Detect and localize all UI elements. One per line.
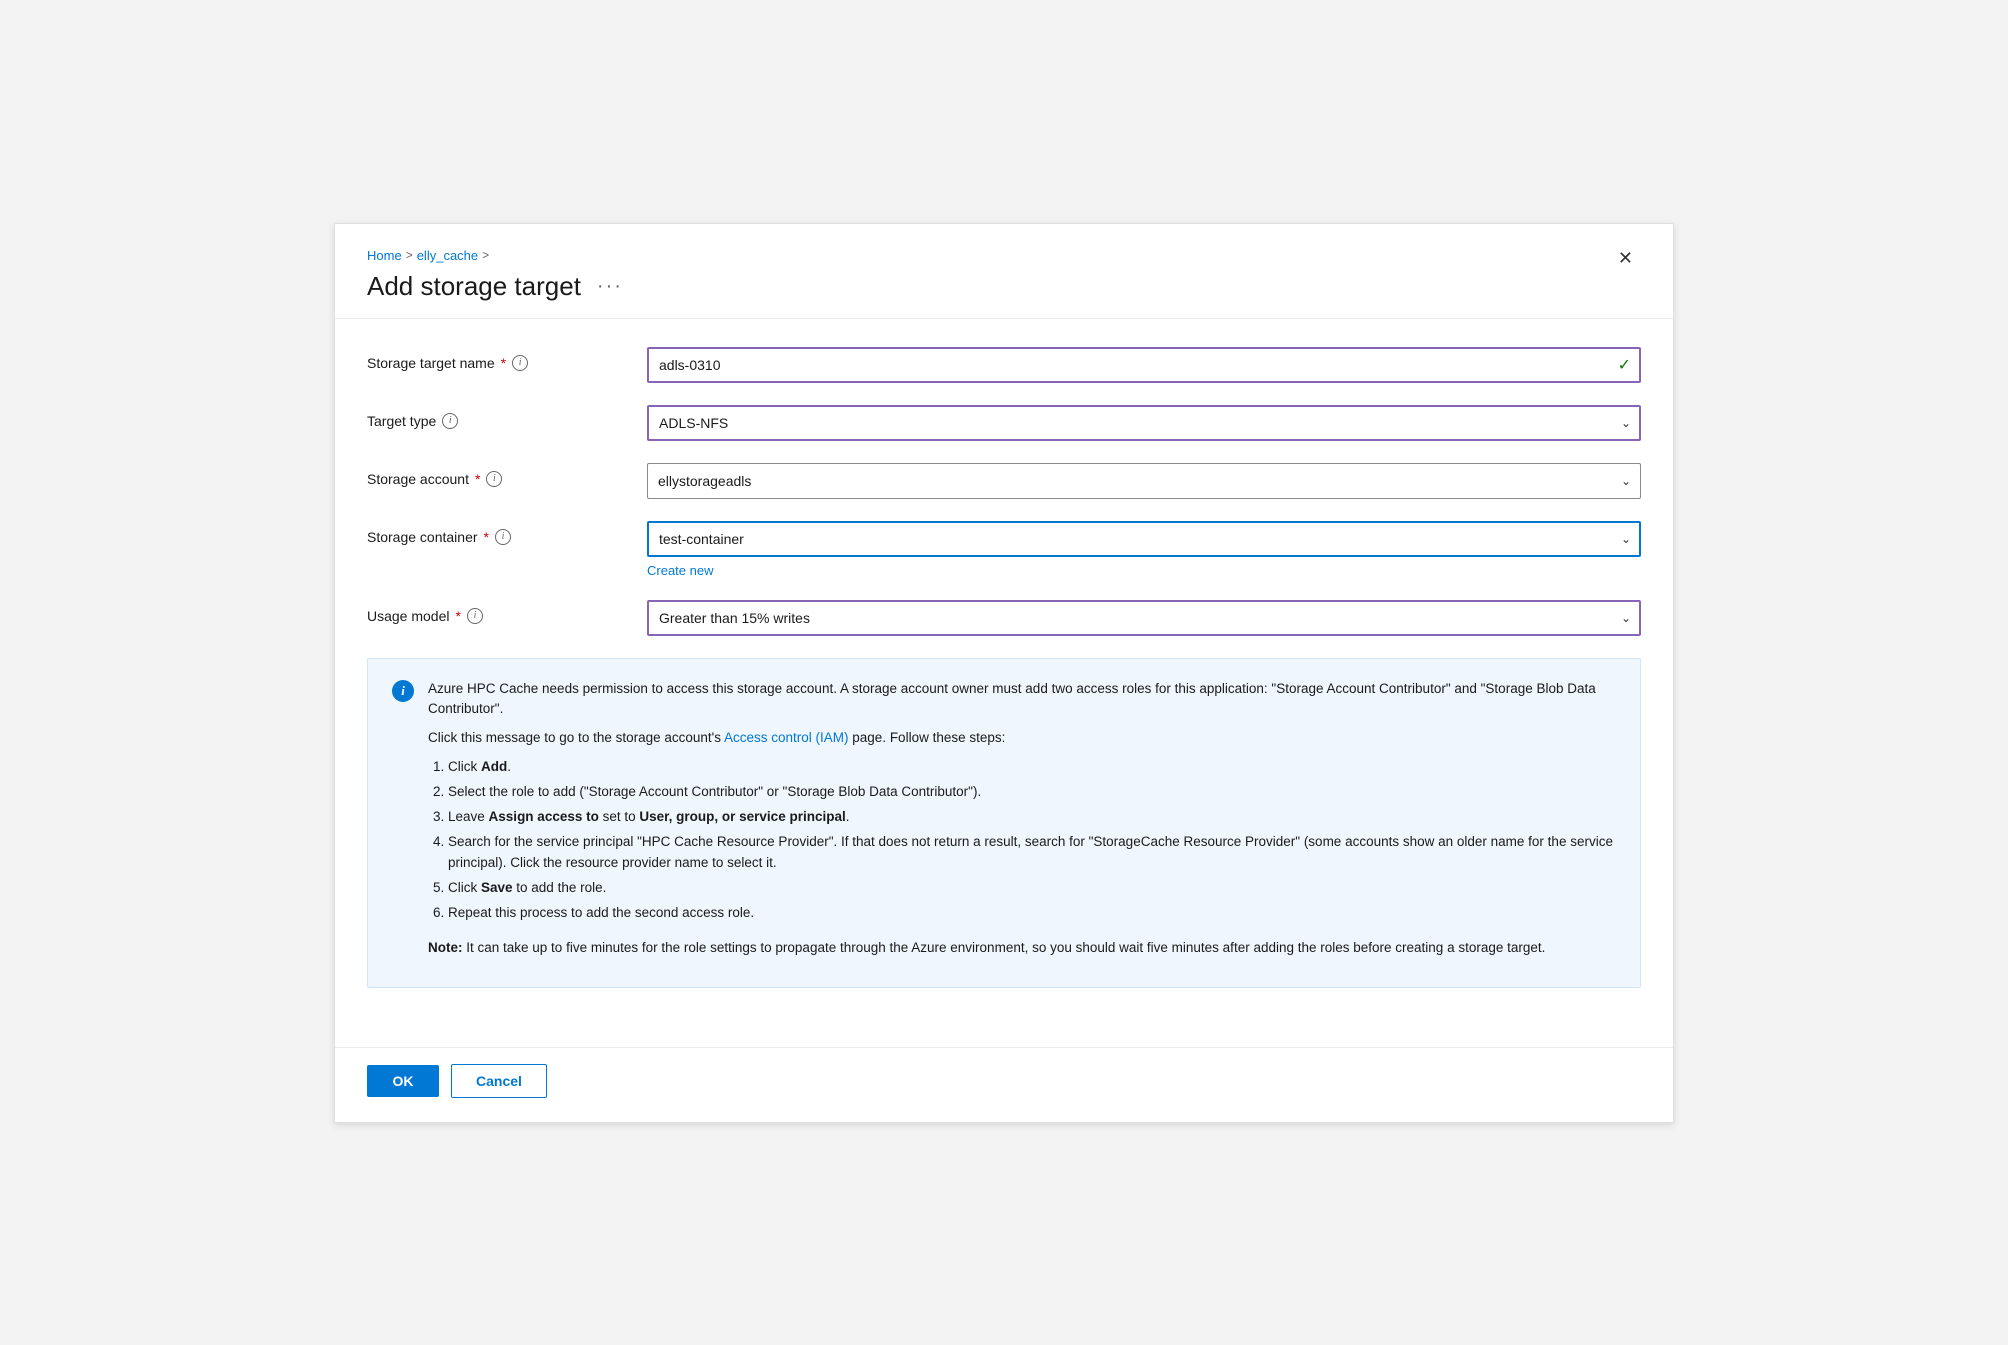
breadcrumb-sep1: > [406,248,413,262]
info-box[interactable]: i Azure HPC Cache needs permission to ac… [367,658,1641,988]
dialog-footer: OK Cancel [335,1047,1673,1122]
info-note: Note: It can take up to five minutes for… [428,938,1616,959]
usage-model-select[interactable]: Greater than 15% writes Read heavy, infr… [647,600,1641,636]
storage-account-select-wrap: ellystorageadls ⌄ [647,463,1641,499]
info-intro: Azure HPC Cache needs permission to acce… [428,679,1616,721]
target-type-info-icon[interactable]: i [442,413,458,429]
storage-container-select-wrap: test-container ⌄ [647,521,1641,557]
cancel-button[interactable]: Cancel [451,1064,547,1098]
storage-container-label: Storage container * i [367,521,647,545]
storage-container-info-icon[interactable]: i [495,529,511,545]
target-type-control: ADLS-NFS NFS Blob NFS ⌄ [647,405,1641,441]
info-click-instruction: Click this message to go to the storage … [428,728,1616,749]
info-step-5: Click Save to add the role. [448,878,1616,899]
storage-account-info-icon[interactable]: i [486,471,502,487]
validation-check-icon: ✓ [1618,355,1631,375]
breadcrumb-cache[interactable]: elly_cache [417,248,478,263]
info-step-1: Click Add. [448,757,1616,778]
storage-target-name-input[interactable] [647,347,1641,383]
info-box-content: Azure HPC Cache needs permission to acce… [428,679,1616,967]
usage-model-info-icon[interactable]: i [467,608,483,624]
storage-target-name-control: ✓ [647,347,1641,383]
storage-container-select[interactable]: test-container [647,521,1641,557]
storage-account-row: Storage account * i ellystorageadls ⌄ [367,463,1641,499]
dialog-header: Home > elly_cache > Add storage target ·… [335,224,1673,319]
info-step-6: Repeat this process to add the second ac… [448,903,1616,924]
close-button[interactable]: ✕ [1610,244,1641,273]
storage-container-row: Storage container * i test-container ⌄ C… [367,521,1641,578]
required-star-2: * [475,471,480,487]
title-row: Add storage target ··· [367,271,623,302]
breadcrumb-home[interactable]: Home [367,248,402,263]
target-type-select[interactable]: ADLS-NFS NFS Blob NFS [647,405,1641,441]
info-step-3: Leave Assign access to set to User, grou… [448,807,1616,828]
required-star: * [501,355,506,371]
storage-account-label: Storage account * i [367,463,647,487]
dialog-body: Storage target name * i ✓ Target type i [335,319,1673,1047]
info-step-4: Search for the service principal "HPC Ca… [448,832,1616,874]
usage-model-control: Greater than 15% writes Read heavy, infr… [647,600,1641,636]
target-type-row: Target type i ADLS-NFS NFS Blob NFS ⌄ [367,405,1641,441]
required-star-4: * [456,608,461,624]
usage-model-label: Usage model * i [367,600,647,624]
target-type-select-wrap: ADLS-NFS NFS Blob NFS ⌄ [647,405,1641,441]
storage-container-control: test-container ⌄ Create new [647,521,1641,578]
breadcrumb-sep2: > [482,248,489,262]
more-options-icon[interactable]: ··· [597,275,623,298]
iam-link[interactable]: Access control (IAM) [724,730,849,745]
storage-account-control: ellystorageadls ⌄ [647,463,1641,499]
storage-account-select[interactable]: ellystorageadls [647,463,1641,499]
required-star-3: * [484,529,489,545]
breadcrumb: Home > elly_cache > [367,248,623,263]
dialog-title: Add storage target [367,271,581,302]
storage-target-name-input-wrap: ✓ [647,347,1641,383]
target-type-label: Target type i [367,405,647,429]
usage-model-select-wrap: Greater than 15% writes Read heavy, infr… [647,600,1641,636]
storage-target-name-label: Storage target name * i [367,347,647,371]
info-box-icon: i [392,680,414,702]
info-step-2: Select the role to add ("Storage Account… [448,782,1616,803]
ok-button[interactable]: OK [367,1065,439,1097]
header-left: Home > elly_cache > Add storage target ·… [367,248,623,302]
info-steps-list: Click Add. Select the role to add ("Stor… [448,757,1616,923]
storage-target-name-row: Storage target name * i ✓ [367,347,1641,383]
add-storage-target-dialog: Home > elly_cache > Add storage target ·… [334,223,1674,1123]
usage-model-row: Usage model * i Greater than 15% writes … [367,600,1641,636]
storage-target-name-info-icon[interactable]: i [512,355,528,371]
create-new-link[interactable]: Create new [647,563,1641,578]
